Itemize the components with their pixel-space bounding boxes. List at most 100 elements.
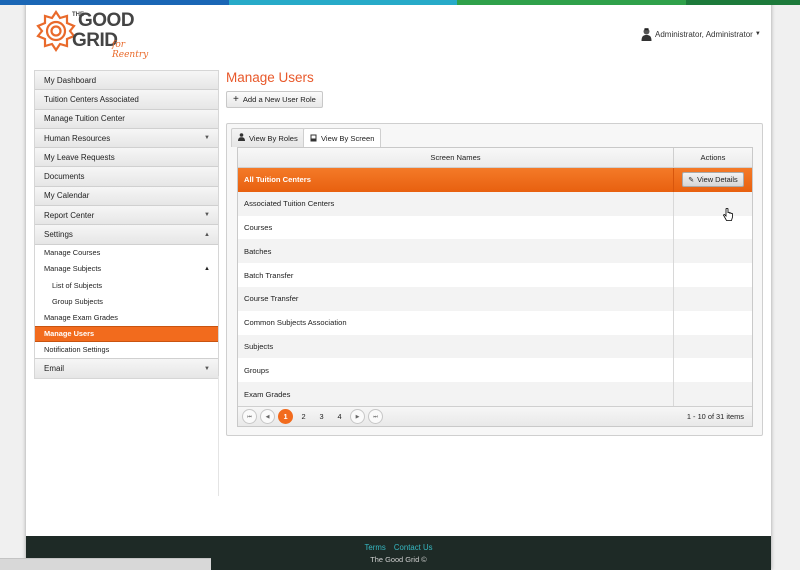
chevron-down-icon: ▼ — [204, 212, 210, 219]
sidebar-item-report-center[interactable]: Report Center ▼ — [35, 206, 218, 226]
hand-cursor-icon — [723, 208, 733, 221]
terms-link[interactable]: Terms — [365, 543, 386, 552]
page-number-button[interactable]: 1 — [278, 409, 293, 424]
pencil-icon: ✎ — [688, 176, 695, 184]
sidebar-subitem-manage-users[interactable]: Manage Users — [35, 325, 218, 342]
table-row[interactable]: Subjects — [238, 334, 752, 359]
actions-cell — [674, 192, 752, 216]
sidebar-item-my-calendar[interactable]: My Calendar — [35, 186, 218, 207]
sidebar: My Dashboard Tuition Centers Associated Ma… — [34, 70, 219, 380]
last-page-button[interactable]: ⏭ — [368, 409, 383, 424]
table-row[interactable]: Common Subjects Association — [238, 310, 752, 335]
top-color-bar — [0, 0, 800, 5]
screen-icon — [310, 134, 317, 144]
pager: ⏮ ◀ 1234 ▶ ⏭ 1 - 10 of 31 items — [238, 406, 752, 426]
sidebar-subitem-label: Manage Courses — [44, 248, 101, 258]
actions-cell — [674, 382, 752, 406]
sidebar-item-label: My Leave Requests — [44, 152, 115, 162]
users-panel: View By Roles View By Screen Screen Name… — [226, 123, 763, 436]
table-row[interactable]: Batch Transfer — [238, 263, 752, 287]
chevron-down-icon: ▼ — [204, 365, 210, 372]
user-icon — [641, 27, 652, 41]
actions-cell — [674, 358, 752, 382]
chevron-down-icon: ▼ — [204, 135, 210, 142]
first-page-button[interactable]: ⏮ — [242, 409, 257, 424]
chevron-up-icon: ▲ — [204, 265, 210, 272]
table-row[interactable]: Groups — [238, 358, 752, 383]
screens-grid: Screen Names Actions All Tuition Centers… — [237, 147, 753, 427]
sidebar-item-my-dashboard[interactable]: My Dashboard — [35, 71, 218, 91]
user-name: Administrator, Administrator — [655, 29, 753, 39]
sidebar-subitem-label: Manage Exam Grades — [44, 313, 118, 323]
sidebar-subitem-manage-exam-grades[interactable]: Manage Exam Grades — [35, 309, 218, 326]
table-row[interactable]: Course Transfer — [238, 286, 752, 311]
user-menu[interactable]: Administrator, Administrator ▼ — [641, 27, 761, 41]
sidebar-subitem-label: Manage Subjects — [44, 264, 102, 274]
screen-name-cell: Subjects — [238, 334, 674, 359]
table-row[interactable]: Associated Tuition Centers — [238, 191, 752, 216]
sidebar-divider — [34, 376, 219, 496]
top-color-segment — [342, 0, 458, 5]
sidebar-subitem-list-of-subjects[interactable]: List of Subjects — [35, 277, 218, 294]
screen-name-cell: Exam Grades — [238, 382, 674, 406]
pager-info: 1 - 10 of 31 items — [686, 412, 744, 421]
top-color-segment — [685, 0, 800, 5]
table-row[interactable]: Exam Grades — [238, 382, 752, 406]
sidebar-subitem-label: Group Subjects — [52, 296, 103, 306]
plus-icon: + — [233, 93, 239, 105]
actions-cell — [674, 263, 752, 287]
table-row[interactable]: All Tuition Centers ✎ View Details — [238, 168, 752, 192]
screen-name-cell: Course Transfer — [238, 286, 674, 311]
sidebar-item-label: Manage Tuition Center — [44, 114, 125, 124]
user-icon — [238, 133, 245, 143]
actions-cell — [674, 239, 752, 263]
logo-grid: GRID — [72, 30, 118, 51]
chevron-up-icon: ▲ — [204, 231, 210, 238]
screen-name-cell: All Tuition Centers — [238, 168, 674, 192]
sidebar-item-tuition-centers-associated[interactable]: Tuition Centers Associated — [35, 90, 218, 110]
tab-label: View By Screen — [321, 134, 375, 143]
screen-name-cell: Groups — [238, 358, 674, 383]
tab-view-by-screen[interactable]: View By Screen — [303, 128, 382, 148]
page-number-button[interactable]: 3 — [314, 409, 329, 424]
actions-cell: ✎ View Details — [674, 168, 752, 192]
sidebar-item-label: Email — [44, 364, 65, 374]
left-gutter — [0, 0, 26, 570]
view-details-button[interactable]: ✎ View Details — [682, 172, 744, 188]
screen-name-cell: Batch Transfer — [238, 263, 674, 287]
page-title: Manage Users — [226, 70, 314, 85]
sidebar-subitem-manage-subjects[interactable]: Manage Subjects ▲ — [35, 260, 218, 278]
logo[interactable]: THE GOOD GRID for Reentry — [34, 9, 164, 60]
page-number-button[interactable]: 4 — [332, 409, 347, 424]
top-color-segment — [228, 0, 343, 5]
sidebar-subitem-manage-courses[interactable]: Manage Courses — [35, 244, 218, 261]
sidebar-subitem-label: List of Subjects — [52, 280, 103, 290]
column-header-screen-names[interactable]: Screen Names — [238, 148, 674, 167]
sidebar-item-settings[interactable]: Settings ▲ — [35, 225, 218, 245]
caret-down-icon: ▼ — [754, 31, 761, 37]
sidebar-subitem-notification-settings[interactable]: Notification Settings — [35, 341, 218, 358]
sidebar-item-manage-tuition-center[interactable]: Manage Tuition Center — [35, 109, 218, 129]
prev-page-button[interactable]: ◀ — [260, 409, 275, 424]
sidebar-item-my-leave-requests[interactable]: My Leave Requests — [35, 148, 218, 168]
table-row[interactable]: Batches — [238, 239, 752, 264]
view-details-label: View Details — [697, 175, 738, 185]
sidebar-item-label: Report Center — [44, 210, 95, 220]
page-number-button[interactable]: 2 — [296, 409, 311, 424]
table-row[interactable]: Courses — [238, 215, 752, 240]
sidebar-subitem-group-subjects[interactable]: Group Subjects — [35, 293, 218, 310]
contact-us-link[interactable]: Contact Us — [394, 543, 433, 552]
actions-cell — [674, 335, 752, 359]
actions-cell — [674, 287, 752, 311]
top-color-segment — [571, 0, 686, 5]
bottom-status-strip — [0, 558, 211, 570]
logo-good: GOOD — [78, 10, 135, 31]
column-header-actions: Actions — [700, 153, 726, 162]
add-user-role-button[interactable]: + Add a New User Role — [226, 91, 323, 108]
sidebar-item-documents[interactable]: Documents — [35, 167, 218, 187]
sidebar-subitem-label: Notification Settings — [44, 345, 110, 355]
next-page-button[interactable]: ▶ — [350, 409, 365, 424]
tab-view-by-roles[interactable]: View By Roles — [231, 128, 305, 147]
tab-label: View By Roles — [249, 133, 298, 143]
sidebar-item-human-resources[interactable]: Human Resources ▼ — [35, 128, 218, 149]
